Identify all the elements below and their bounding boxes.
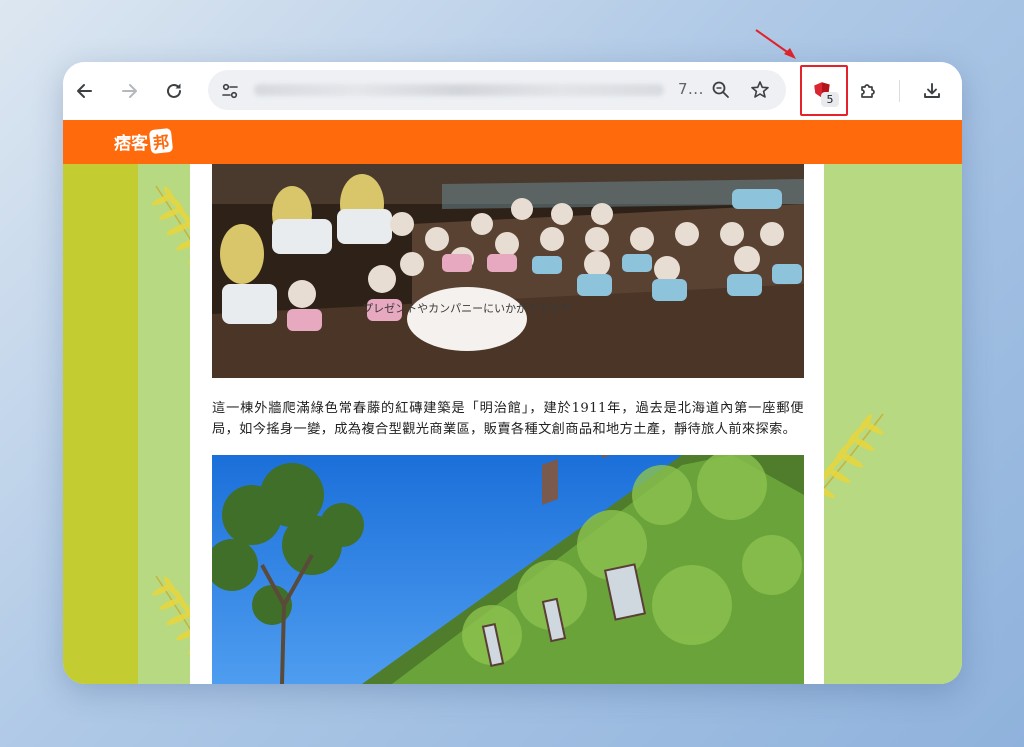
annotation-arrow bbox=[755, 29, 796, 59]
logo-mark: 邦 bbox=[148, 127, 174, 155]
article-paragraph: 這一棟外牆爬滿綠色常春藤的紅磚建築是「明治館」，建於1911年，過去是北海道內第… bbox=[212, 401, 804, 437]
reload-icon bbox=[167, 83, 181, 98]
web-page: 痞客 邦 プレゼントやカンパニーにいかがですか?? 這一棟外牆爬滿綠色常春藤的紅… bbox=[63, 120, 962, 684]
browser-window: 7... 5 痞客 邦 プレゼントやカンパニーにいかがですか?? 這一棟外牆爬滿… bbox=[63, 62, 962, 684]
reload-button[interactable] bbox=[160, 77, 188, 105]
arrow-right-icon bbox=[122, 84, 137, 98]
extensions-menu-button[interactable] bbox=[854, 77, 882, 105]
download-icon bbox=[924, 83, 940, 98]
logo-text: 痞客 bbox=[114, 133, 148, 154]
forward-button[interactable] bbox=[115, 77, 143, 105]
arrow-left-icon bbox=[77, 84, 92, 98]
browser-toolbar: 7... 5 bbox=[63, 62, 962, 120]
left-background-stripe bbox=[63, 164, 138, 684]
back-button[interactable] bbox=[71, 77, 99, 105]
puzzle-icon bbox=[861, 84, 875, 98]
address-bar[interactable]: 7... bbox=[208, 70, 786, 110]
site-settings-icon[interactable] bbox=[220, 81, 240, 101]
sign-text-line: プレゼントやカンパニーにいかがですか?? bbox=[362, 301, 572, 315]
star-icon[interactable] bbox=[750, 80, 770, 100]
ivy-building-photo[interactable] bbox=[212, 455, 804, 684]
toolbar-separator bbox=[899, 80, 900, 102]
article-content: プレゼントやカンパニーにいかがですか?? 這一棟外牆爬滿綠色常春藤的紅磚建築是「… bbox=[190, 164, 824, 684]
extension-badge: 5 bbox=[821, 92, 839, 107]
sign-text: プレゼントやカンパニーにいかがですか?? bbox=[362, 301, 572, 315]
site-logo[interactable]: 痞客 邦 bbox=[114, 127, 174, 155]
download-button[interactable] bbox=[918, 77, 946, 105]
site-header: 痞客 邦 bbox=[63, 120, 962, 164]
blurred-url bbox=[254, 84, 664, 96]
music-box-photo[interactable]: プレゼントやカンパニーにいかがですか?? bbox=[212, 164, 804, 378]
zoom-icon[interactable] bbox=[711, 80, 731, 100]
url-tail: 7... bbox=[678, 80, 704, 98]
